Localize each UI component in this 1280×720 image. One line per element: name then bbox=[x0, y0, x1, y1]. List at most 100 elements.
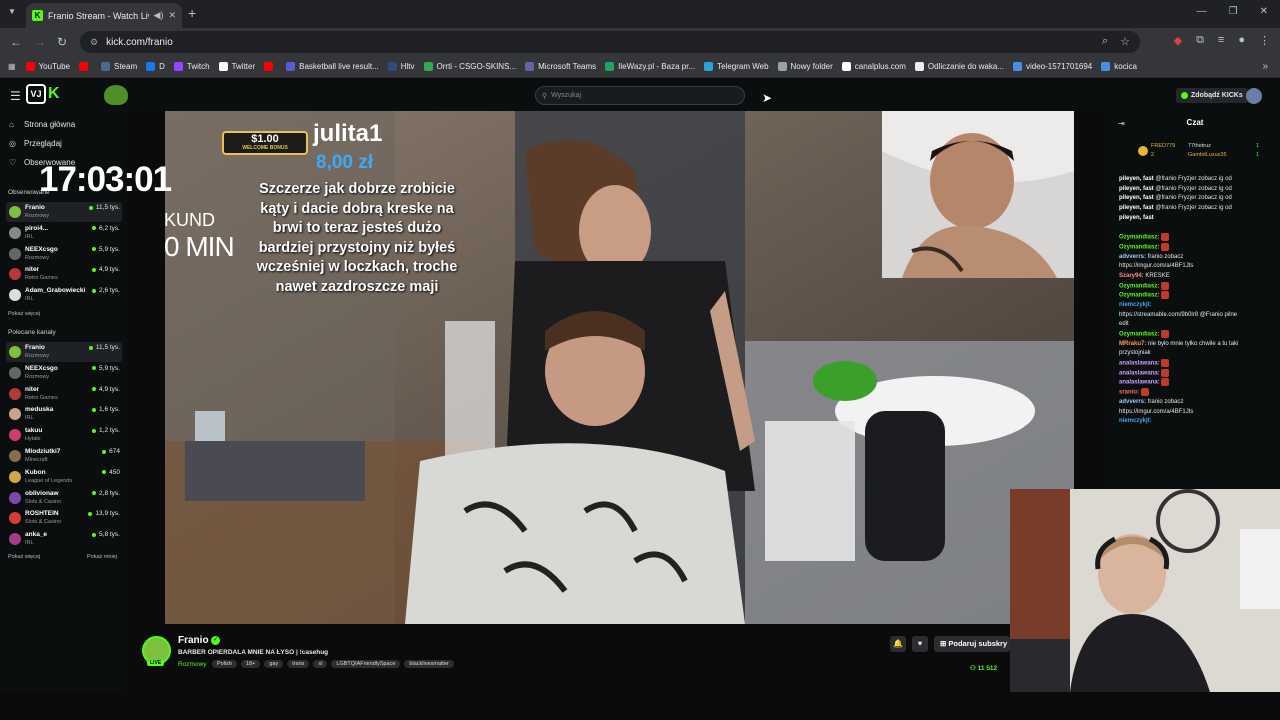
chat-username[interactable]: advverrs: bbox=[1119, 254, 1146, 260]
chat-username[interactable]: Ozymandiasz: bbox=[1119, 235, 1159, 241]
stream-tag[interactable]: 18+ bbox=[240, 660, 261, 668]
stream-tag[interactable]: LGBTQIAFriendlySpace bbox=[331, 660, 401, 668]
extension-icon[interactable]: ◆ bbox=[1174, 34, 1182, 47]
kick-logo[interactable]: VJ K bbox=[26, 84, 76, 104]
channel-item[interactable]: meduska IRL 1,6 tys. bbox=[6, 404, 122, 424]
nav-browse[interactable]: ◎ Przeglądaj bbox=[9, 139, 62, 148]
bookmark-item[interactable]: IleWazy.pl - Baza pr... bbox=[605, 62, 695, 71]
stream-tag[interactable]: gay bbox=[264, 660, 284, 668]
channel-avatar bbox=[9, 206, 21, 218]
bookmark-item[interactable]: Odliczanie do waka... bbox=[914, 62, 1004, 71]
channel-viewers-value: 5,8 tys. bbox=[99, 531, 120, 539]
stream-tag[interactable]: Polish bbox=[212, 660, 237, 668]
channel-item[interactable]: Kubon League of Legends 450 bbox=[6, 467, 122, 487]
bookmark-item[interactable]: Basketball live result... bbox=[286, 62, 379, 71]
bookmark-item[interactable]: Twitter bbox=[218, 62, 255, 71]
channel-item[interactable]: NEEXcsgo Rozmowy 5,9 tys. bbox=[6, 244, 122, 264]
chat-username[interactable]: Szary94: bbox=[1119, 273, 1144, 279]
bookmark-item[interactable]: Orrti - CSGO-SKINS... bbox=[423, 62, 516, 71]
bookmark-item[interactable]: Telegram Web bbox=[704, 62, 769, 71]
site-info-icon[interactable]: ⚙ bbox=[90, 37, 98, 48]
chat-username[interactable]: advverrs: bbox=[1119, 399, 1146, 405]
bookmark-item[interactable]: YouTube bbox=[25, 62, 70, 71]
stream-tag[interactable]: blacklivesmatter bbox=[404, 660, 454, 668]
close-tab-icon[interactable]: ✕ bbox=[168, 10, 176, 21]
close-window-icon[interactable]: ✕ bbox=[1260, 6, 1268, 17]
follow-button[interactable]: ♥ bbox=[912, 636, 928, 652]
channel-item[interactable]: niter Retro Games 4,9 tys. bbox=[6, 264, 122, 284]
menu-dots-icon[interactable]: ⋮ bbox=[1259, 34, 1270, 47]
chat-username[interactable]: analaslawana: bbox=[1119, 380, 1160, 386]
speaker-icon[interactable]: ◀) bbox=[154, 10, 164, 21]
stream-tag[interactable]: xi bbox=[313, 660, 328, 668]
bookmark-item[interactable] bbox=[79, 62, 92, 71]
apps-grid-icon[interactable]: ▦ bbox=[8, 62, 16, 71]
bookmark-item[interactable]: D bbox=[146, 62, 165, 71]
chat-username[interactable]: pileyen, fast bbox=[1119, 215, 1154, 221]
back-icon[interactable]: ← bbox=[10, 35, 22, 49]
channel-item[interactable]: niter Retro Games 4,9 tys. bbox=[6, 384, 122, 404]
bookmark-item[interactable] bbox=[264, 62, 277, 71]
reload-icon[interactable]: ↻ bbox=[57, 35, 67, 49]
chat-username[interactable]: pileyen, fast bbox=[1119, 176, 1154, 182]
chat-username[interactable]: pileyen, fast bbox=[1119, 186, 1154, 192]
bookmarks-overflow-icon[interactable]: » bbox=[1262, 61, 1268, 72]
streamer-name[interactable]: Franio bbox=[178, 635, 209, 646]
chat-username[interactable]: Ozymandiasz: bbox=[1119, 293, 1159, 299]
chat-username[interactable]: Ozymandiasz: bbox=[1119, 332, 1159, 338]
bookmark-item[interactable]: Microsoft Teams bbox=[525, 62, 596, 71]
get-kicks-button[interactable]: Zdobądź KICKs bbox=[1176, 88, 1248, 103]
new-tab-button[interactable]: + bbox=[188, 5, 196, 21]
chat-username[interactable]: pileyen, fast bbox=[1119, 195, 1154, 201]
chat-username[interactable]: analaslawana: bbox=[1119, 370, 1160, 376]
hamburger-menu-icon[interactable]: ☰ bbox=[10, 89, 21, 103]
notifications-button[interactable]: 🔔 bbox=[890, 636, 906, 652]
chat-username[interactable]: analaslawana: bbox=[1119, 361, 1160, 367]
address-bar[interactable]: ⚙ kick.com/franio ⌕ ☆ bbox=[80, 31, 1140, 53]
show-less-recommended[interactable]: Pokaż mniej bbox=[87, 554, 117, 560]
channel-item[interactable]: Adam_Grabowiecki IRL 2,6 tys. bbox=[6, 285, 122, 305]
gift-subscription-button[interactable]: ⊞ Podaruj subskry bbox=[934, 636, 1010, 652]
chat-username[interactable]: Ozymandiasz: bbox=[1119, 244, 1159, 250]
puzzle-icon[interactable]: ⧉ bbox=[1196, 34, 1204, 47]
forward-icon[interactable]: → bbox=[34, 35, 46, 49]
media-icon[interactable]: ≡ bbox=[1218, 34, 1224, 47]
channel-item[interactable]: piroi4... IRL 6,2 tys. bbox=[6, 223, 122, 243]
minimize-icon[interactable]: — bbox=[1197, 6, 1207, 17]
channel-item[interactable]: Mlodziutki7 Minecraft 674 bbox=[6, 446, 122, 466]
tab-search-icon[interactable]: ▼ bbox=[8, 7, 16, 16]
channel-item[interactable]: oblivionaw Slots & Casino 2,8 tys. bbox=[6, 488, 122, 508]
bookmark-item[interactable]: Twitch bbox=[173, 62, 210, 71]
bookmark-item[interactable]: Nowy folder bbox=[777, 62, 833, 71]
chat-username[interactable]: sranio: bbox=[1119, 390, 1139, 396]
restore-icon[interactable]: ❐ bbox=[1229, 6, 1238, 17]
user-avatar[interactable] bbox=[1246, 88, 1262, 104]
channel-viewers: 5,8 tys. bbox=[92, 531, 120, 538]
channel-item[interactable]: Franio Rozmowy 11,5 tys. bbox=[6, 342, 122, 362]
chat-username[interactable]: niemczykjt: bbox=[1119, 418, 1152, 424]
show-more-recommended[interactable]: Pokaż więcej bbox=[8, 554, 40, 560]
bookmark-item[interactable]: Steam bbox=[101, 62, 137, 71]
browser-tab[interactable]: K Franio Stream - Watch Live ◀) ✕ bbox=[26, 3, 182, 28]
bookmark-item[interactable]: canalplus.com bbox=[841, 62, 906, 71]
channel-item[interactable]: NEEXcsgo Rozmowy 5,9 tys. bbox=[6, 363, 122, 383]
chat-username[interactable]: Ozymandiasz: bbox=[1119, 283, 1159, 289]
show-more-followed[interactable]: Pokaż więcej bbox=[8, 311, 40, 317]
bookmark-item[interactable]: Hltv bbox=[387, 62, 415, 71]
channel-item[interactable]: Franio Rozmowy 11,5 tys. bbox=[6, 202, 122, 222]
nav-home[interactable]: ⌂ Strona główna bbox=[9, 120, 75, 129]
stream-category[interactable]: Rozmowy bbox=[178, 661, 207, 668]
bookmark-item[interactable]: video-1571701694 bbox=[1012, 62, 1092, 71]
stream-tag[interactable]: trans bbox=[287, 660, 310, 668]
chat-username[interactable]: MRraku7: bbox=[1119, 341, 1146, 347]
chat-username[interactable]: pileyen, fast bbox=[1119, 205, 1154, 211]
channel-item[interactable]: ROSHTEIN Slots & Casino 13,9 tys. bbox=[6, 508, 122, 528]
zoom-icon[interactable]: ⌕ bbox=[1102, 35, 1108, 48]
chat-username[interactable]: niemczykjt: bbox=[1119, 302, 1152, 308]
channel-item[interactable]: anka_e IRL 5,8 tys. bbox=[6, 529, 122, 549]
search-input[interactable]: ⚲ Wyszukaj bbox=[535, 86, 745, 105]
channel-item[interactable]: takuu Hytale 1,2 tys. bbox=[6, 425, 122, 445]
profile-icon[interactable]: ● bbox=[1238, 34, 1245, 47]
bookmark-star-icon[interactable]: ☆ bbox=[1120, 35, 1130, 48]
bookmark-item[interactable]: kocica bbox=[1101, 62, 1137, 71]
